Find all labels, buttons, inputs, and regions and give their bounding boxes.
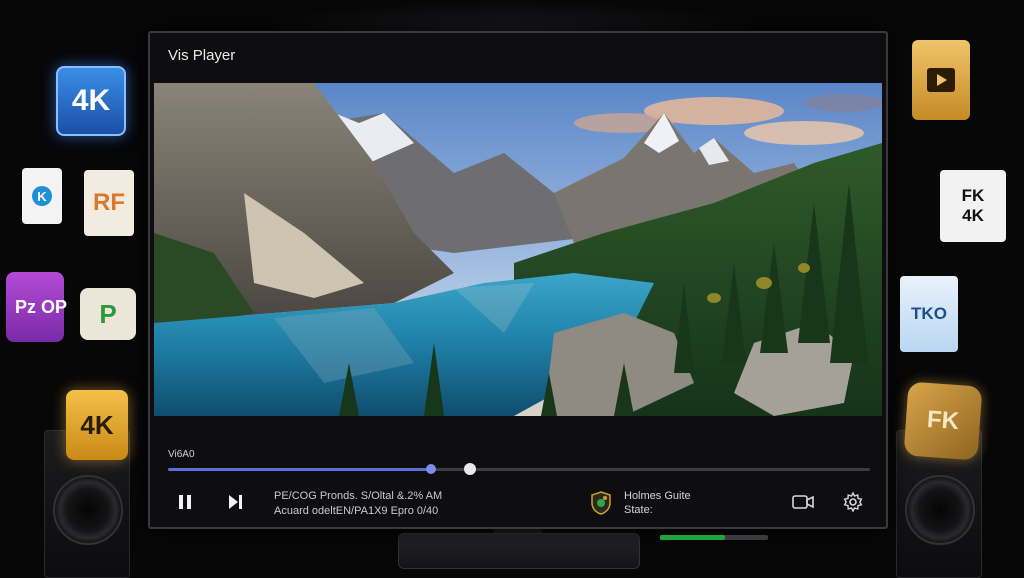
buffer-marker[interactable]	[463, 463, 476, 475]
video-file-gold-icon[interactable]	[912, 40, 970, 120]
player-controls: Vi6A0 PE/COG Pronds. S/Oltal &.2% AM Acu…	[150, 429, 886, 540]
icon-label: 4K	[80, 409, 114, 440]
badge-fk-gold-icon[interactable]: FK	[903, 381, 983, 461]
file-fk-4k-icon[interactable]: FK 4K	[940, 170, 1006, 242]
status-meter	[660, 535, 768, 540]
svg-text:K: K	[37, 189, 47, 204]
media-info-line2: Acuard odeltEN/PA1X9 Epro 0/40	[274, 505, 439, 517]
video-viewport[interactable]	[154, 83, 882, 416]
shield-badge-icon	[590, 491, 612, 515]
app-4k-blue-icon[interactable]: 4K	[56, 66, 126, 136]
window-title: Vis Player	[168, 47, 236, 64]
next-button[interactable]	[222, 489, 248, 515]
video-label: Vi6A0	[168, 449, 195, 460]
seek-thumb[interactable]	[426, 464, 437, 474]
pause-button[interactable]	[172, 489, 198, 515]
circle-k-glyph: K	[32, 186, 52, 206]
file-rf-icon[interactable]: RF	[84, 170, 134, 236]
gear-icon	[843, 492, 863, 512]
icon-label: 4K	[71, 84, 111, 117]
status-meter-fill	[660, 535, 725, 540]
app-pz-purple-icon[interactable]: Pz OP	[6, 272, 68, 342]
app-p-green-icon[interactable]: P	[80, 288, 136, 340]
icon-label: FK	[926, 405, 960, 436]
status-title: Holmes Guite	[624, 490, 691, 502]
monitor-stand-base	[398, 533, 640, 569]
seek-progress	[168, 468, 432, 471]
file-tko-blue-icon[interactable]: TKO	[900, 276, 958, 352]
skip-next-icon	[229, 495, 242, 509]
icon-label: FK 4K	[961, 186, 985, 225]
seek-bar[interactable]	[168, 463, 870, 475]
pause-icon	[179, 495, 191, 509]
status-panel: Holmes Guite State:	[624, 489, 691, 517]
file-blue-icon[interactable]: K	[22, 168, 62, 224]
status-label: State:	[624, 504, 653, 516]
icon-label: Pz OP	[15, 297, 68, 317]
player-window: Vis Player Vi6A0 PE/COG Pronds. S/Oltal …	[148, 31, 888, 540]
icon-label: TKO	[911, 304, 947, 323]
video-camera-icon	[792, 495, 814, 509]
play-glyph	[927, 68, 955, 92]
speaker-cone	[905, 475, 975, 545]
media-info: PE/COG Pronds. S/Oltal &.2% AM Acuard od…	[274, 489, 442, 519]
media-info-line1: PE/COG Pronds. S/Oltal &.2% AM	[274, 490, 443, 502]
icon-label: RF	[93, 189, 125, 216]
video-frame-landscape	[154, 83, 882, 416]
app-4k-gold-icon[interactable]: 4K	[66, 390, 128, 460]
camera-button[interactable]	[790, 489, 816, 515]
icon-label: P	[99, 298, 117, 329]
speaker-cone	[53, 475, 123, 545]
settings-button[interactable]	[840, 489, 866, 515]
